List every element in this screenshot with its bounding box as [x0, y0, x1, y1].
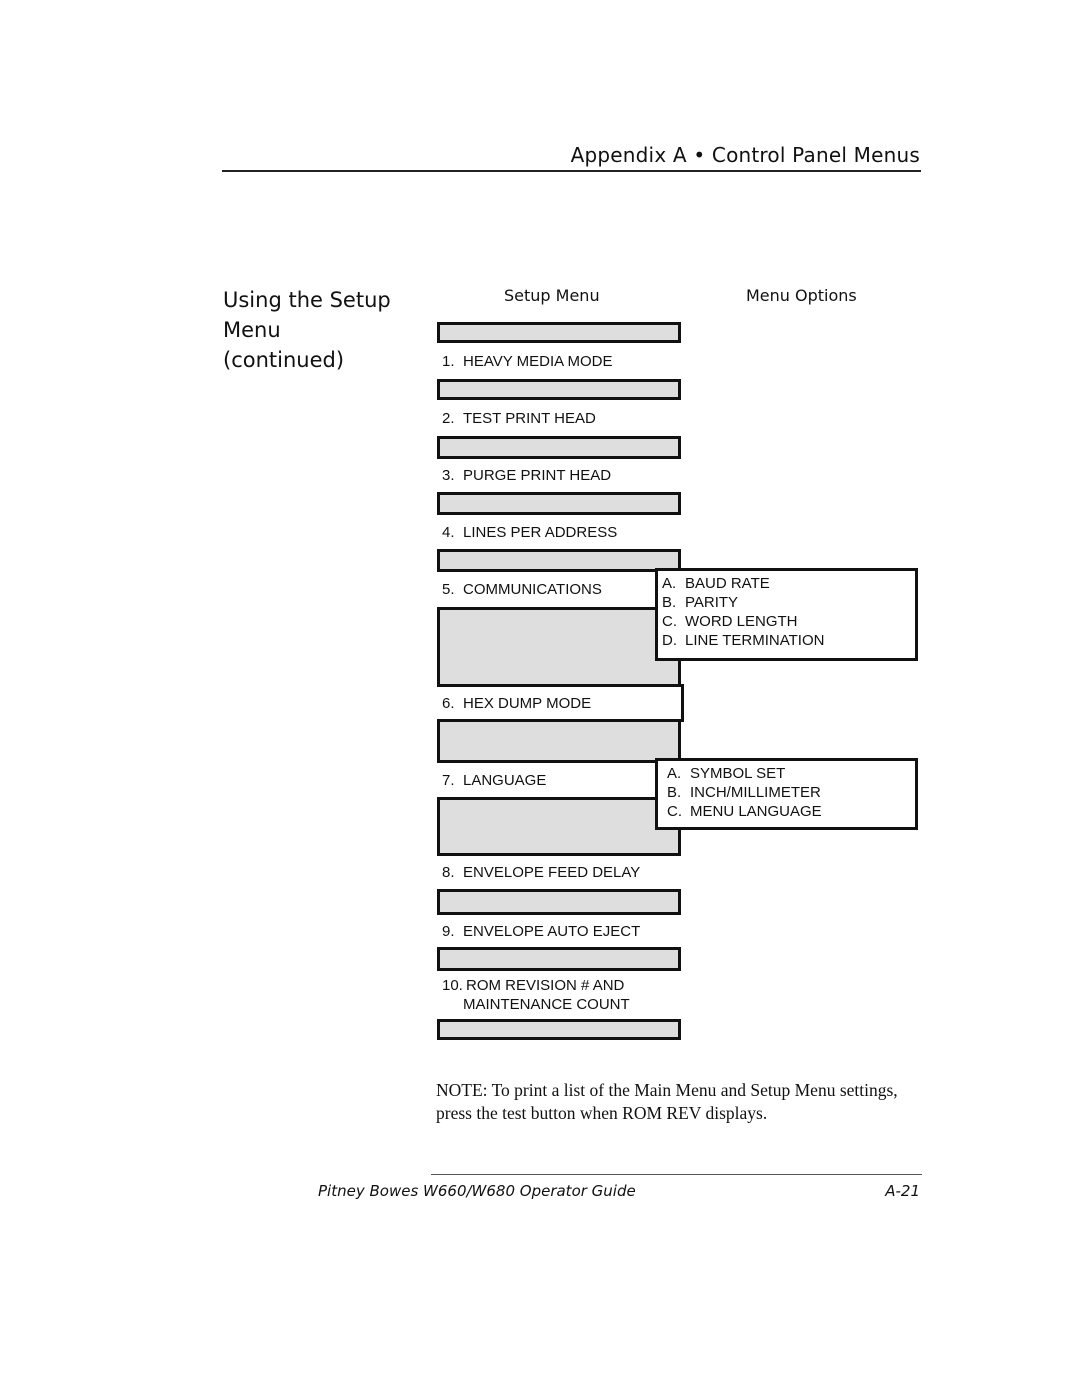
option-letter: B. [667, 784, 682, 801]
section-title-line: (continued) [223, 348, 345, 372]
option-letter: D. [662, 632, 677, 649]
option-label: PARITY [685, 594, 739, 611]
item-label: ENVELOPE FEED DELAY [463, 864, 641, 881]
section-title: Using the Setup Menu (continued) [223, 285, 413, 375]
item-label: LANGUAGE [463, 771, 547, 789]
item-number: 6. [442, 694, 455, 712]
option-label: LINE TERMINATION [685, 632, 825, 649]
header-divider [222, 170, 921, 172]
option-item: B. PARITY [662, 593, 915, 612]
item-label: HEX DUMP MODE [463, 694, 592, 712]
item-number: 9. [442, 922, 455, 940]
item-number: 8. [442, 864, 455, 881]
footer-divider [431, 1174, 922, 1175]
option-label: SYMBOL SET [690, 765, 786, 782]
option-letter: B. [662, 594, 677, 611]
item-label: ENVELOPE AUTO EJECT [463, 922, 641, 940]
option-item: C. MENU LANGUAGE [667, 802, 915, 821]
option-item: C. WORD LENGTH [662, 612, 915, 631]
menu-options-heading: Menu Options [746, 286, 857, 305]
option-label: INCH/MILLIMETER [690, 784, 821, 801]
page-header-title: Appendix A • Control Panel Menus [570, 143, 920, 167]
item-label-continued: MAINTENANCE COUNT [463, 996, 630, 1013]
option-item: A. BAUD RATE [662, 574, 915, 593]
item-label: HEAVY MEDIA MODE [463, 352, 613, 370]
item-number: 7. [442, 771, 455, 789]
option-letter: A. [662, 575, 677, 592]
item-label: TEST PRINT HEAD [463, 409, 596, 427]
note-text: NOTE: To print a list of the Main Menu a… [436, 1080, 898, 1123]
item-number: 2. [442, 409, 455, 427]
item-number: 1. [442, 352, 455, 370]
setup-menu-item: 1. HEAVY MEDIA MODE [437, 340, 681, 382]
item-label: PURGE PRINT HEAD [463, 467, 612, 484]
setup-menu-item: 4. LINES PER ADDRESS [437, 512, 681, 552]
setup-menu-item: 9. ENVELOPE AUTO EJECT [437, 912, 681, 950]
setup-menu-item: 6. HEX DUMP MODE [437, 684, 684, 722]
item-label: LINES PER ADDRESS [463, 523, 618, 541]
setup-menu-heading: Setup Menu [504, 286, 600, 305]
item-number: 4. [442, 523, 455, 541]
option-item: B. INCH/MILLIMETER [667, 783, 915, 802]
option-item: A. SYMBOL SET [667, 764, 915, 783]
setup-menu-item: 8. ENVELOPE FEED DELAY [437, 853, 681, 892]
item-label: ROM REVISION # AND [466, 977, 625, 994]
setup-menu-item: 7. LANGUAGE [437, 760, 659, 800]
option-label: BAUD RATE [685, 575, 770, 592]
communications-options-box: A. BAUD RATE B. PARITY C. WORD LENGTH D. LIN… [655, 568, 918, 661]
option-item: D. LINE TERMINATION [662, 631, 915, 650]
section-title-line: Menu [223, 318, 281, 342]
setup-menu-diagram: 1. HEAVY MEDIA MODE 2. TEST PRINT HEAD 3… [437, 322, 684, 1040]
section-title-line: Using the Setup [223, 288, 391, 312]
footer-page-number: A-21 [885, 1182, 920, 1200]
setup-menu-item: 5. COMMUNICATIONS [437, 569, 659, 610]
item-label: COMMUNICATIONS [463, 581, 602, 598]
option-letter: A. [667, 765, 682, 782]
item-number: 3. [442, 467, 455, 484]
option-label: MENU LANGUAGE [690, 803, 822, 820]
option-letter: C. [667, 803, 682, 820]
setup-menu-item: 10. ROM REVISION # AND MAINTENANCE COUNT [437, 968, 681, 1022]
language-options-box: A. SYMBOL SET B. INCH/MILLIMETER C. MENU LA… [655, 758, 918, 830]
footer-guide-title: Pitney Bowes W660/W680 Operator Guide [318, 1182, 636, 1200]
option-letter: C. [662, 613, 677, 630]
item-number: 10. [442, 977, 463, 994]
setup-menu-item: 2. TEST PRINT HEAD [437, 397, 681, 439]
option-label: WORD LENGTH [685, 613, 798, 630]
item-number: 5. [442, 581, 455, 598]
setup-menu-item: 3. PURGE PRINT HEAD [437, 456, 681, 495]
